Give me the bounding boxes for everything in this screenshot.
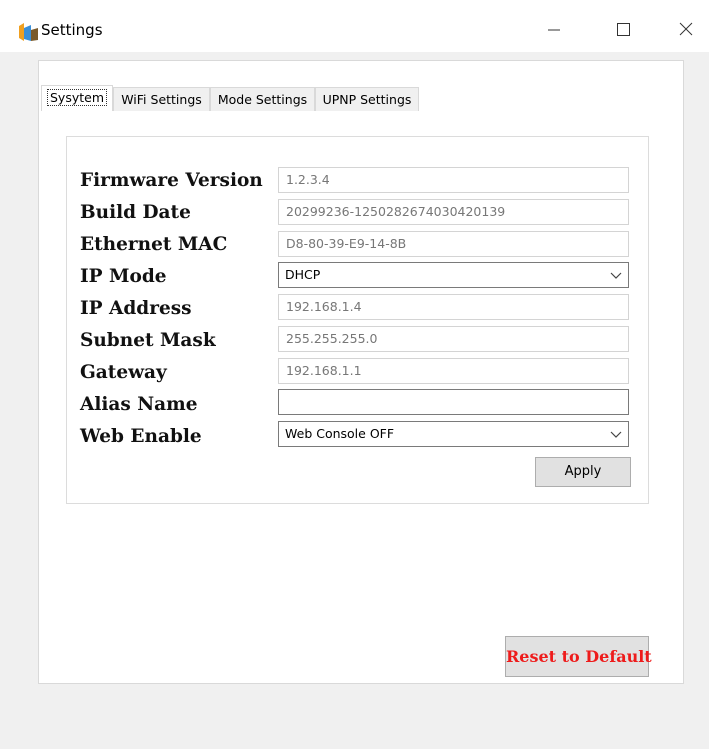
alias-name-label: Alias Name (80, 394, 198, 415)
web-enable-label: Web Enable (80, 426, 202, 447)
settings-app-icon (19, 23, 38, 41)
ip-mode-label: IP Mode (80, 266, 167, 287)
gateway-label: Gateway (80, 362, 167, 383)
chevron-down-icon (610, 431, 622, 438)
window-title: Settings (41, 21, 103, 39)
tab-system[interactable]: Sysytem (41, 85, 113, 111)
chevron-down-icon (610, 272, 622, 279)
tab-mode-settings[interactable]: Mode Settings (210, 87, 315, 111)
tab-upnp-settings-label: UPNP Settings (322, 92, 412, 107)
build-date-field[interactable]: 20299236-1250282674030420139 (278, 199, 629, 225)
ethernet-mac-label: Ethernet MAC (80, 234, 228, 255)
build-date-label: Build Date (80, 202, 191, 223)
ethernet-mac-field[interactable]: D8-80-39-E9-14-8B (278, 231, 629, 257)
title-bar: Settings (0, 0, 709, 52)
firmware-version-label: Firmware Version (80, 170, 263, 191)
firmware-version-field[interactable]: 1.2.3.4 (278, 167, 629, 193)
web-enable-selected-value: Web Console OFF (285, 426, 395, 441)
tab-wifi-settings-label: WiFi Settings (121, 92, 202, 107)
tab-wifi-settings[interactable]: WiFi Settings (113, 87, 210, 111)
minimize-icon[interactable] (531, 14, 577, 44)
tab-upnp-settings[interactable]: UPNP Settings (315, 87, 419, 111)
gateway-field[interactable]: 192.168.1.1 (278, 358, 629, 384)
alias-name-input[interactable] (278, 389, 629, 415)
ip-mode-select[interactable]: DHCP (278, 262, 629, 288)
subnet-mask-field[interactable]: 255.255.255.0 (278, 326, 629, 352)
apply-button[interactable]: Apply (535, 457, 631, 487)
ip-address-field[interactable]: 192.168.1.4 (278, 294, 629, 320)
ip-address-label: IP Address (80, 298, 192, 319)
subnet-mask-label: Subnet Mask (80, 330, 216, 351)
web-enable-select[interactable]: Web Console OFF (278, 421, 629, 447)
maximize-icon[interactable] (600, 14, 646, 44)
close-icon[interactable] (663, 14, 709, 44)
ip-mode-selected-value: DHCP (285, 267, 321, 282)
tab-system-label: Sysytem (46, 89, 107, 106)
tab-mode-settings-label: Mode Settings (217, 92, 308, 107)
reset-to-default-button[interactable]: Reset to Default (505, 636, 652, 677)
